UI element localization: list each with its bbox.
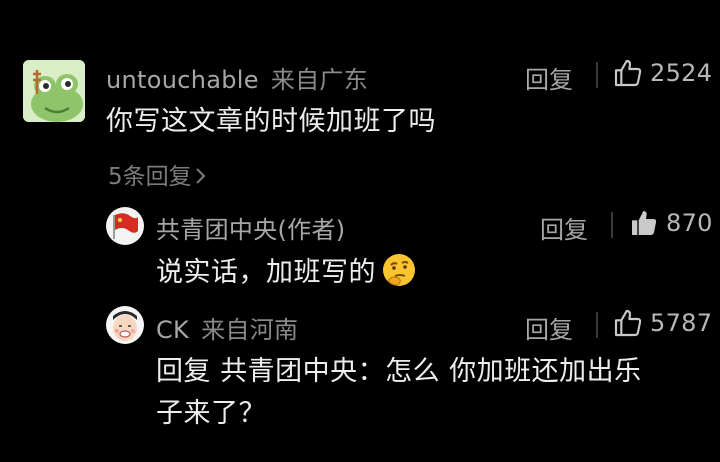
reply1-text-row: 说实话，加班写的 [156, 250, 418, 296]
thumbs-up-outline-icon [614, 309, 642, 337]
reply2-like-button[interactable]: 5787 [612, 307, 712, 339]
face-avatar-icon [106, 306, 144, 344]
reply1-like-count: 870 [666, 209, 713, 237]
comment-username[interactable]: untouchable [106, 66, 259, 94]
reply2-text-line2: 子来了？ [156, 398, 266, 429]
avatar-ck[interactable] [106, 306, 144, 344]
avatar-official[interactable] [106, 207, 144, 245]
reply2-header: CK 来自河南 [156, 310, 298, 345]
action-divider [596, 62, 598, 88]
reply1-like-button[interactable]: 870 [628, 207, 713, 239]
flag-avatar-icon [106, 207, 144, 245]
comment-header: untouchable 来自广东 [106, 60, 368, 95]
action-divider [611, 212, 613, 238]
reply1-text: 说实话，加班写的 [156, 257, 376, 288]
thinking-face-icon [380, 251, 418, 296]
reply2-like-count: 5787 [650, 309, 713, 337]
comment-like-button[interactable]: 2524 [612, 57, 712, 89]
reply1-username[interactable]: 共青团中央(作者) [156, 210, 345, 245]
reply1-reply-button[interactable]: 回复 [540, 210, 588, 245]
reply2-text-line1: 回复 共青团中央：怎么 你加班还加出乐 [156, 356, 642, 387]
reply2-reply-button[interactable]: 回复 [525, 310, 573, 345]
thumbs-up-outline-icon [614, 59, 642, 87]
chevron-right-icon [195, 168, 206, 184]
comment-reply-button[interactable]: 回复 [525, 60, 573, 95]
comment-location: 来自广东 [270, 66, 369, 94]
comment-text: 你写这文章的时候加班了吗 [106, 106, 436, 137]
action-divider [596, 312, 598, 338]
more-replies-label: 5条回复 [108, 164, 192, 190]
reply2-username[interactable]: CK [156, 316, 189, 344]
avatar-untouchable[interactable] [23, 60, 85, 122]
thumbs-up-filled-icon [632, 211, 657, 235]
more-replies-link[interactable]: 5条回复 [108, 157, 208, 191]
frog-avatar-icon [23, 60, 85, 122]
reply2-location: 来自河南 [201, 316, 299, 344]
comment-like-count: 2524 [650, 59, 713, 87]
